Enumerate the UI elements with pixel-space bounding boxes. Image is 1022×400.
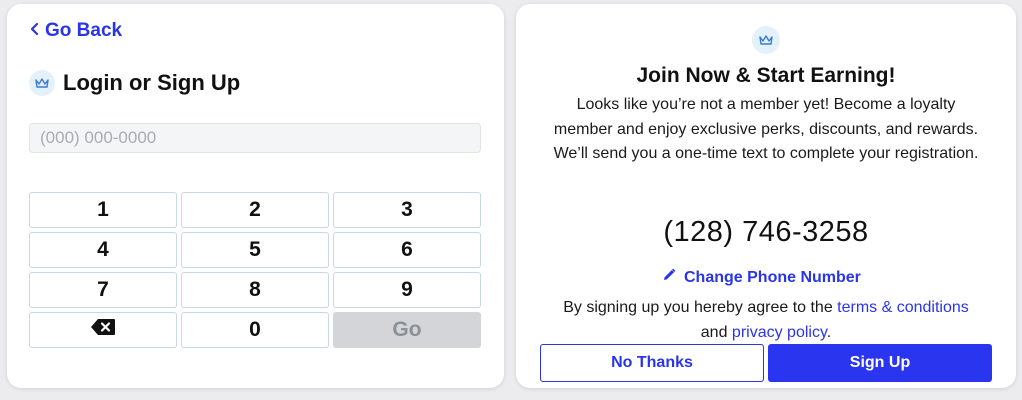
phone-number-input[interactable] <box>29 123 481 153</box>
signup-title: Join Now & Start Earning! <box>636 64 896 87</box>
key-1[interactable]: 1 <box>29 192 177 228</box>
go-button[interactable]: Go <box>333 312 481 348</box>
go-back-link[interactable]: Go Back <box>29 20 122 42</box>
signup-description: Looks like you’re not a member yet! Beco… <box>546 93 986 167</box>
agree-suffix: . <box>826 323 832 341</box>
numeric-keypad: 1 2 3 4 5 6 7 8 9 0 Go <box>29 192 481 348</box>
key-8[interactable]: 8 <box>181 272 329 308</box>
terms-link[interactable]: terms & conditions <box>837 299 969 316</box>
crown-icon <box>29 70 55 96</box>
signup-description-line1: Looks like you’re not a member yet! Beco… <box>553 96 979 138</box>
signup-description-line2: We’ll send you a one-time text to comple… <box>553 145 979 162</box>
agree-and: and <box>700 323 728 341</box>
signup-panel: Join Now & Start Earning! Looks like you… <box>516 4 1016 388</box>
go-back-label: Go Back <box>45 20 123 41</box>
key-backspace[interactable] <box>29 312 177 348</box>
backspace-icon <box>90 318 116 342</box>
key-3[interactable]: 3 <box>333 192 481 228</box>
key-7[interactable]: 7 <box>29 272 177 308</box>
agree-prefix: By signing up you hereby agree to the <box>563 299 833 316</box>
change-phone-label: Change Phone Number <box>684 268 861 286</box>
key-4[interactable]: 4 <box>29 232 177 268</box>
key-6[interactable]: 6 <box>333 232 481 268</box>
key-5[interactable]: 5 <box>181 232 329 268</box>
key-2[interactable]: 2 <box>181 192 329 228</box>
key-9[interactable]: 9 <box>333 272 481 308</box>
page-title: Login or Sign Up <box>63 70 241 95</box>
chevron-left-icon <box>29 20 41 42</box>
key-0[interactable]: 0 <box>181 312 329 348</box>
sign-up-button[interactable]: Sign Up <box>768 344 992 382</box>
login-panel: Go Back Login or Sign Up 1 2 3 4 5 6 7 8… <box>7 4 504 388</box>
no-thanks-button[interactable]: No Thanks <box>540 344 764 382</box>
login-title-row: Login or Sign Up <box>29 70 240 96</box>
crown-icon <box>752 26 780 54</box>
pencil-icon <box>662 268 676 287</box>
agreement-text: By signing up you hereby agree to the te… <box>536 296 996 345</box>
privacy-link[interactable]: privacy policy <box>732 324 827 341</box>
change-phone-link[interactable]: Change Phone Number <box>662 268 861 287</box>
phone-number-display: (128) 746-3258 <box>663 216 869 248</box>
